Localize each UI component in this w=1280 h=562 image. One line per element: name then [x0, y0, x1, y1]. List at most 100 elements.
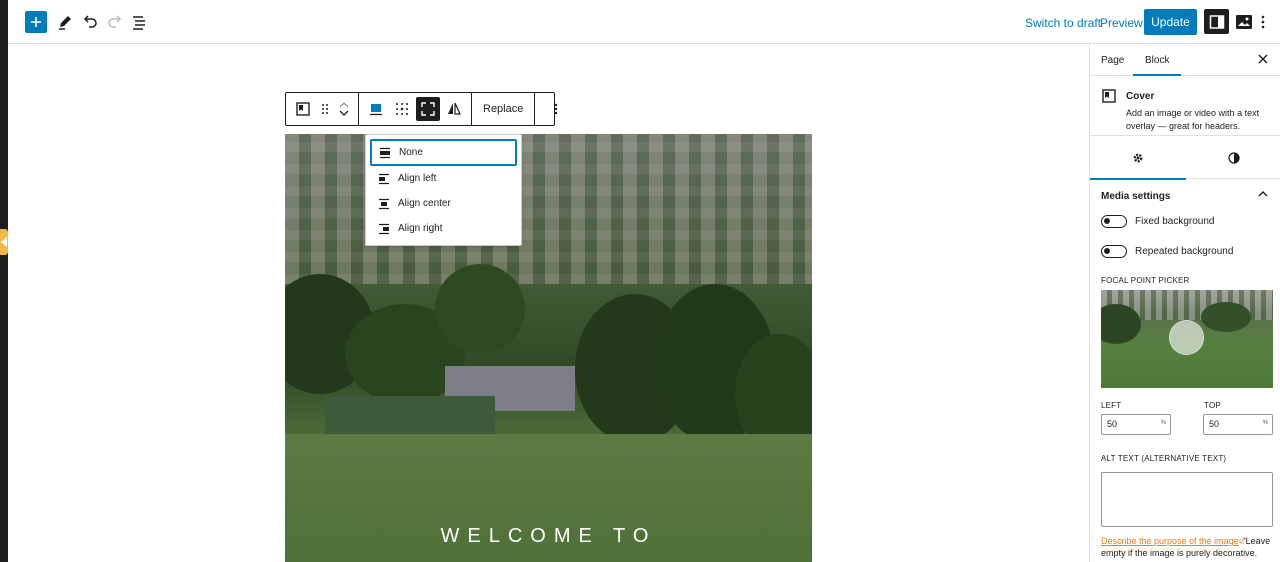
block-toolbar: Replace	[285, 92, 558, 126]
tools-button[interactable]	[55, 12, 75, 32]
tab-block[interactable]: Block	[1132, 55, 1183, 76]
align-right-option[interactable]: Align right	[370, 216, 517, 241]
collapse-tab[interactable]	[0, 229, 8, 255]
focal-point-label: FOCAL POINT PICKER	[1101, 276, 1190, 285]
fullscreen-icon	[421, 102, 435, 116]
cover-heading[interactable]: WELCOME TO	[285, 525, 812, 548]
align-option-label: Align center	[398, 198, 451, 209]
redo-icon	[108, 15, 122, 28]
repeated-background-toggle[interactable]	[1101, 245, 1127, 258]
fixed-background-toggle[interactable]	[1101, 215, 1127, 228]
align-center-icon	[379, 198, 389, 209]
position-grid-icon	[396, 103, 408, 115]
duotone-button[interactable]	[442, 97, 466, 121]
align-right-icon	[379, 223, 389, 234]
top-label: TOP	[1204, 401, 1221, 410]
left-label: LEFT	[1101, 401, 1122, 410]
percent-unit: %	[1262, 420, 1268, 426]
chevron-down-icon	[339, 110, 349, 116]
undo-button[interactable]	[80, 12, 100, 32]
block-card: Cover Add an image or video with a text …	[1090, 77, 1280, 136]
sidebar-icon	[1209, 14, 1224, 29]
external-link-icon	[1239, 537, 1245, 544]
add-block-button[interactable]	[25, 11, 47, 33]
cover-image-nets	[325, 396, 495, 436]
list-view-button[interactable]	[130, 12, 150, 32]
block-card-title: Cover	[1126, 91, 1155, 102]
sidebar-tabs: Page Block	[1090, 44, 1280, 76]
plus-icon	[31, 17, 41, 27]
align-none-option[interactable]: None	[370, 139, 517, 166]
editor-app: Switch to draft Preview Update WELCOME T…	[0, 0, 1280, 562]
focal-top-input[interactable]: 50 %	[1203, 414, 1273, 435]
align-option-label: Align left	[398, 173, 437, 184]
focal-left-value: 50	[1107, 419, 1118, 429]
alt-text-label: ALT TEXT (ALTERNATIVE TEXT)	[1101, 454, 1227, 463]
focal-image-tree	[1201, 302, 1251, 332]
repeated-background-row: Repeated background	[1101, 245, 1233, 258]
media-button[interactable]	[1231, 9, 1256, 34]
editor-header: Switch to draft Preview Update	[8, 0, 1280, 44]
repeated-background-label: Repeated background	[1135, 246, 1234, 257]
align-left-icon	[379, 173, 389, 184]
more-vertical-icon	[1261, 15, 1265, 28]
inspector-tabs	[1090, 137, 1280, 180]
focal-left-input[interactable]: 50 %	[1101, 414, 1171, 435]
cover-icon	[296, 102, 310, 116]
content-position-button[interactable]	[364, 97, 388, 121]
move-buttons[interactable]	[335, 97, 353, 121]
percent-unit: %	[1160, 420, 1166, 426]
alignment-dropdown: None Align left Align center Align right	[365, 134, 522, 246]
alt-text-link[interactable]: Describe the purpose of the image	[1101, 536, 1239, 546]
admin-sidebar-strip	[0, 0, 8, 562]
content-position-grid-button[interactable]	[390, 97, 414, 121]
pencil-icon	[59, 16, 71, 30]
align-none-icon	[380, 147, 390, 158]
chevron-up-icon[interactable]	[1258, 189, 1268, 199]
block-type-button[interactable]	[291, 97, 315, 121]
replace-button[interactable]: Replace	[476, 103, 530, 115]
focal-point-handle[interactable]	[1170, 321, 1203, 354]
block-card-description: Add an image or video with a text overla…	[1126, 108, 1260, 131]
block-options-button[interactable]	[544, 97, 568, 121]
tab-styles[interactable]	[1186, 137, 1280, 179]
focal-top-value: 50	[1209, 419, 1220, 429]
tab-settings[interactable]	[1090, 137, 1186, 180]
preview-button[interactable]: Preview	[1100, 16, 1143, 30]
align-center-option[interactable]: Align center	[370, 191, 517, 216]
block-toolbar-group	[359, 93, 472, 125]
block-toolbar-group	[286, 93, 359, 125]
tab-page[interactable]: Page	[1101, 55, 1124, 66]
media-settings-title[interactable]: Media settings	[1101, 191, 1170, 202]
align-option-label: Align right	[398, 223, 443, 234]
drag-handle-icon	[322, 104, 328, 114]
gear-icon	[1133, 153, 1143, 163]
fixed-background-label: Fixed background	[1135, 216, 1215, 227]
undo-icon	[83, 15, 97, 28]
list-view-icon	[133, 16, 145, 30]
options-button[interactable]	[1256, 9, 1270, 34]
cover-icon	[1102, 89, 1116, 103]
fixed-background-row: Fixed background	[1101, 215, 1215, 228]
flip-icon	[448, 102, 461, 115]
update-button[interactable]: Update	[1144, 9, 1197, 35]
more-vertical-icon	[555, 103, 558, 115]
align-option-label: None	[399, 147, 423, 158]
settings-toggle-button[interactable]	[1204, 9, 1229, 34]
cover-image-tree	[435, 264, 525, 354]
alt-text-textarea[interactable]	[1101, 472, 1273, 527]
image-icon	[1235, 14, 1252, 29]
align-left-option[interactable]: Align left	[370, 166, 517, 191]
align-none-icon	[370, 104, 382, 116]
block-toolbar-group	[535, 93, 577, 125]
focal-point-picker[interactable]	[1101, 290, 1273, 388]
contrast-icon	[1228, 152, 1240, 164]
drag-handle[interactable]	[317, 97, 333, 121]
full-height-toggle[interactable]	[416, 97, 440, 121]
block-toolbar-group: Replace	[472, 93, 536, 125]
settings-sidebar: Page Block Cover Add an image or video w…	[1089, 44, 1280, 562]
redo-button[interactable]	[105, 12, 125, 32]
switch-to-draft-button[interactable]: Switch to draft	[1025, 16, 1101, 30]
close-icon[interactable]	[1258, 54, 1268, 64]
editor-canvas: WELCOME TO Replace None Align left Align…	[8, 44, 1089, 562]
